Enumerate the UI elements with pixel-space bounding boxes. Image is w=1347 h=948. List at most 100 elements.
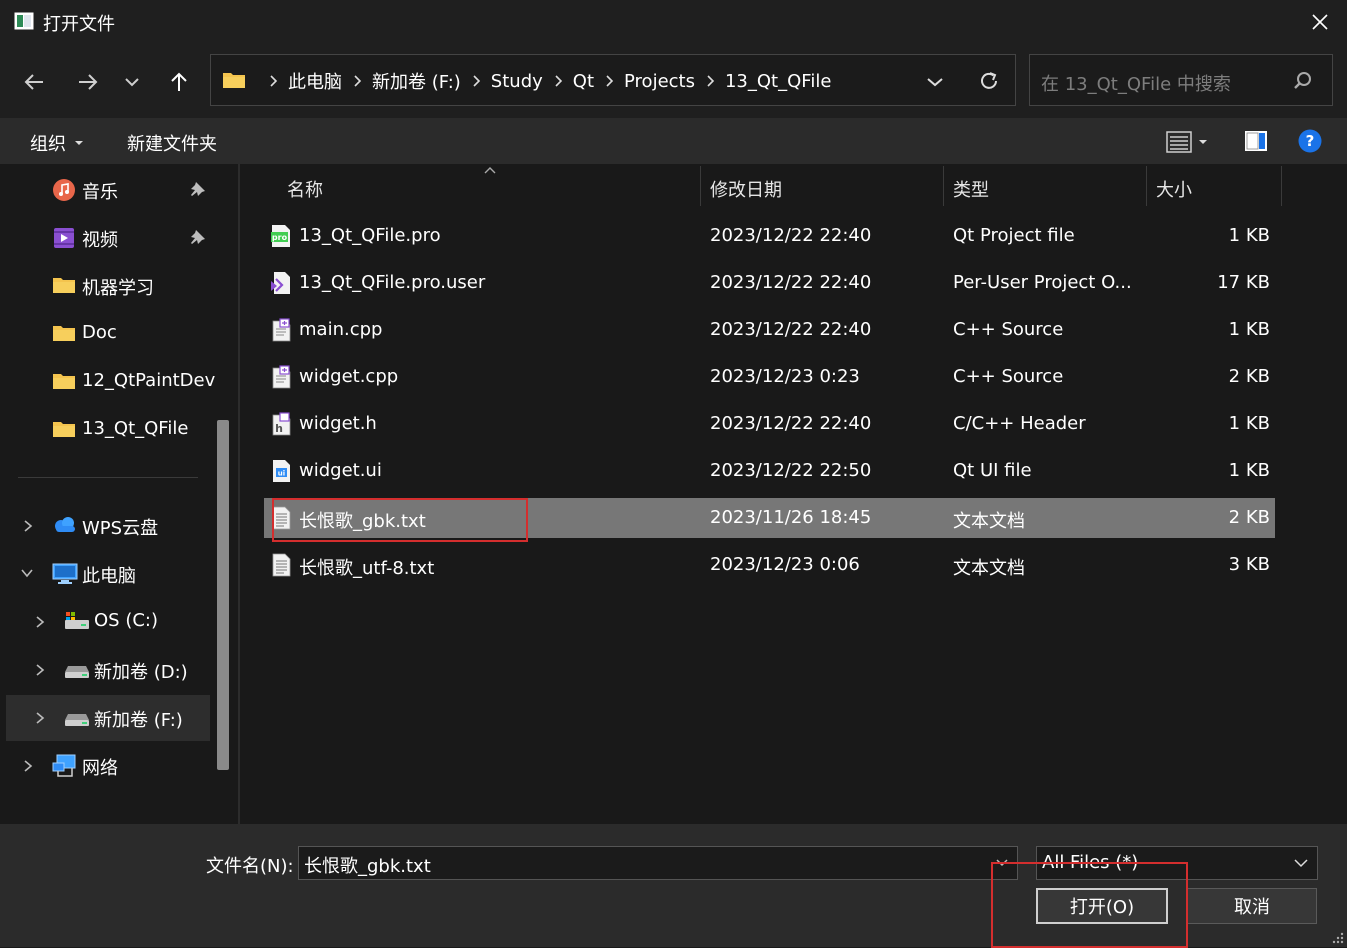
file-row[interactable]: pro 13_Qt_QFile.pro 2023/12/22 22:40 Qt …: [264, 216, 1275, 256]
nav-item-drive-c[interactable]: OS (C:): [6, 599, 210, 645]
breadcrumb-qt[interactable]: Qt: [573, 71, 594, 92]
breadcrumb-projects[interactable]: Projects: [624, 71, 695, 92]
organize-menu-button[interactable]: 组织: [30, 130, 84, 156]
nav-divider: [18, 477, 198, 478]
qt-pro-file-icon: pro: [270, 224, 292, 248]
nav-item-network[interactable]: 网络: [6, 743, 210, 789]
chevron-down-icon: [927, 78, 943, 87]
close-button[interactable]: [1300, 6, 1340, 38]
file-type: Qt Project file: [953, 225, 1075, 246]
file-date: 2023/12/23 0:23: [710, 366, 860, 387]
folder-icon: [222, 70, 246, 90]
column-header-type[interactable]: 类型: [953, 176, 989, 202]
drive-icon: [64, 610, 89, 632]
pin-icon[interactable]: [189, 228, 207, 246]
drive-icon: [64, 708, 89, 730]
filename-value[interactable]: 长恨歌_gbk.txt: [304, 852, 431, 878]
chevron-right-icon[interactable]: [35, 711, 45, 725]
refresh-icon: [981, 72, 997, 89]
column-header-name[interactable]: 名称: [287, 176, 323, 202]
file-name: 13_Qt_QFile.pro: [299, 225, 441, 246]
file-size: 1 KB: [1228, 319, 1270, 340]
nav-item-qt-qfile[interactable]: 13_Qt_QFile: [6, 407, 210, 453]
file-name: 长恨歌_utf-8.txt: [299, 558, 435, 579]
folder-icon: [52, 419, 76, 441]
chevron-right-icon[interactable]: [23, 759, 33, 773]
help-button[interactable]: ?: [1298, 129, 1322, 153]
resize-grip-icon[interactable]: [1330, 930, 1344, 944]
search-placeholder[interactable]: 在 13_Qt_QFile 中搜索: [1041, 70, 1231, 96]
file-type: 文本文档: [953, 511, 1025, 532]
pin-icon[interactable]: [189, 180, 207, 198]
nav-item-qtpaintdev[interactable]: 12_QtPaintDev: [6, 359, 215, 405]
breadcrumb-volume-f[interactable]: 新加卷 (F:): [372, 68, 461, 94]
file-row[interactable]: widget.cpp 2023/12/23 0:23 C++ Source 2 …: [264, 357, 1275, 397]
nav-item-music[interactable]: 音乐: [6, 167, 210, 213]
nav-item-drive-f[interactable]: 新加卷 (F:): [6, 695, 210, 741]
file-name: widget.cpp: [299, 366, 399, 387]
nav-label: 此电脑: [82, 566, 136, 587]
arrow-up-icon: [171, 72, 187, 91]
nav-label: 新加卷 (D:): [94, 662, 188, 683]
nav-item-wps-cloud[interactable]: WPS云盘: [6, 503, 210, 549]
file-type: C++ Source: [953, 366, 1064, 387]
filename-label: 文件名(N):: [206, 856, 294, 877]
recent-locations-button[interactable]: [116, 66, 148, 98]
file-size: 3 KB: [1228, 554, 1270, 575]
file-name: main.cpp: [299, 319, 383, 340]
refresh-button[interactable]: [975, 66, 1003, 96]
column-header-date[interactable]: 修改日期: [710, 176, 782, 202]
breadcrumb-study[interactable]: Study: [491, 71, 543, 92]
nav-label: 13_Qt_QFile: [82, 418, 189, 439]
column-header-size[interactable]: 大小: [1156, 176, 1192, 202]
computer-icon: [52, 563, 78, 585]
nav-label: WPS云盘: [82, 518, 159, 539]
nav-item-doc[interactable]: Doc: [6, 311, 210, 357]
file-date: 2023/12/22 22:40: [710, 319, 872, 340]
column-divider[interactable]: [1281, 166, 1282, 206]
drive-icon: [64, 660, 89, 682]
column-divider[interactable]: [943, 166, 944, 206]
nav-item-ml[interactable]: 机器学习: [6, 263, 210, 309]
nav-item-this-pc[interactable]: 此电脑: [6, 551, 210, 597]
back-button[interactable]: [18, 66, 50, 98]
close-icon: [1312, 14, 1328, 30]
chevron-right-icon[interactable]: [23, 519, 33, 533]
address-dropdown-button[interactable]: [923, 68, 947, 96]
svg-text:ui: ui: [278, 470, 285, 478]
chevron-down-icon[interactable]: [20, 568, 33, 582]
chevron-right-icon: [606, 75, 614, 87]
nav-item-drive-d[interactable]: 新加卷 (D:): [6, 647, 210, 693]
breadcrumb: 此电脑 新加卷 (F:) Study Qt Projects 13_Qt_QFi…: [258, 68, 831, 94]
preview-pane-button[interactable]: [1244, 129, 1268, 153]
cancel-button[interactable]: 取消: [1187, 888, 1317, 924]
chevron-down-icon[interactable]: [1292, 854, 1310, 872]
column-divider[interactable]: [1146, 166, 1147, 206]
view-options-button[interactable]: [1166, 129, 1216, 155]
nav-label: 视频: [82, 230, 118, 251]
chevron-right-icon[interactable]: [35, 663, 45, 677]
breadcrumb-this-pc[interactable]: 此电脑: [288, 68, 342, 94]
cpp-file-icon: [270, 318, 292, 342]
up-button[interactable]: [163, 66, 195, 98]
file-row[interactable]: h widget.h 2023/12/22 22:40 C/C++ Header…: [264, 404, 1275, 444]
arrow-left-icon: [24, 74, 43, 90]
file-row[interactable]: 长恨歌_utf-8.txt 2023/12/23 0:06 文本文档 3 KB: [264, 545, 1275, 585]
file-row[interactable]: main.cpp 2023/12/22 22:40 C++ Source 1 K…: [264, 310, 1275, 350]
new-folder-button[interactable]: 新建文件夹: [127, 130, 217, 156]
chevron-right-icon: [354, 75, 362, 87]
video-icon: [52, 226, 76, 248]
nav-label: 音乐: [82, 182, 118, 203]
header-file-icon: h: [270, 412, 292, 436]
title-bar: [0, 0, 1347, 44]
chevron-right-icon[interactable]: [35, 615, 45, 629]
search-icon[interactable]: [1292, 70, 1314, 92]
nav-scrollbar-thumb[interactable]: [217, 420, 229, 770]
annotation-highlight-box: [272, 498, 528, 542]
file-row[interactable]: ui widget.ui 2023/12/22 22:50 Qt UI file…: [264, 451, 1275, 491]
forward-button[interactable]: [72, 66, 104, 98]
file-row[interactable]: 13_Qt_QFile.pro.user 2023/12/22 22:40 Pe…: [264, 263, 1275, 303]
column-divider[interactable]: [700, 166, 701, 206]
breadcrumb-current-folder[interactable]: 13_Qt_QFile: [725, 71, 831, 92]
nav-item-video[interactable]: 视频: [6, 215, 210, 261]
